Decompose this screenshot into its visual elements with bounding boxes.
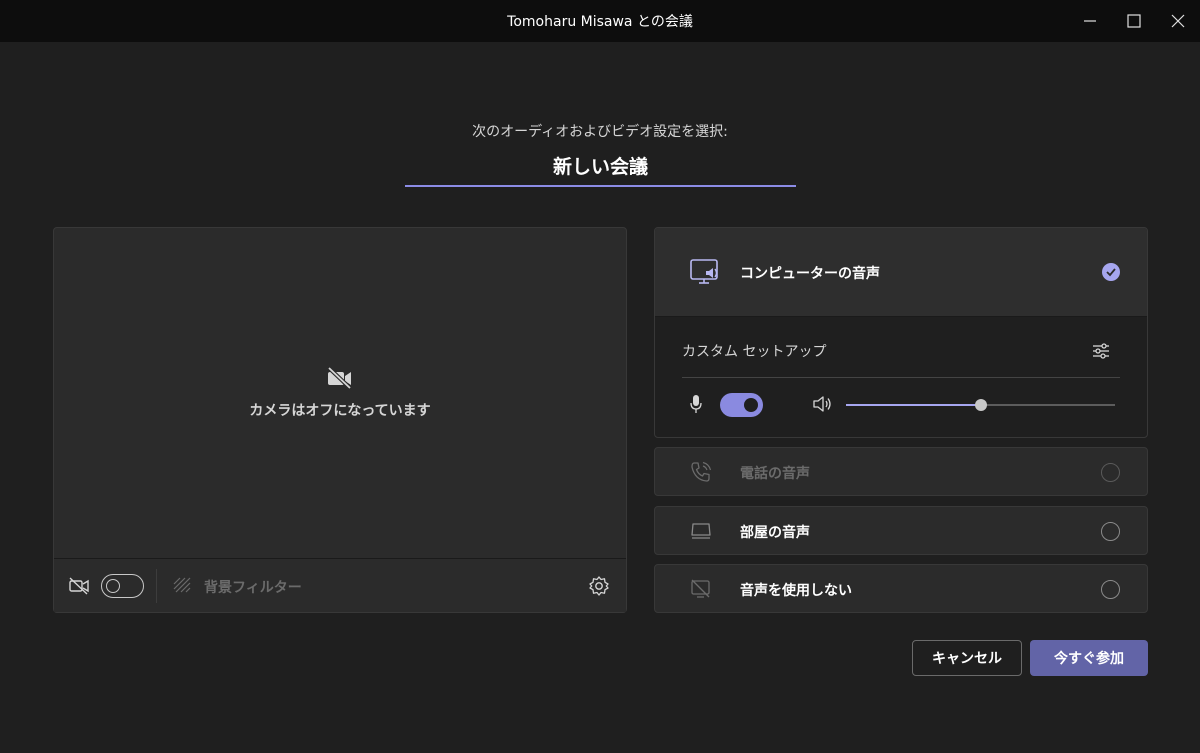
room-device-icon (691, 523, 711, 539)
room-audio-label: 部屋の音声 (740, 525, 810, 541)
microphone-toggle[interactable] (720, 393, 763, 417)
camera-off-message: カメラはオフになっています (249, 403, 431, 419)
computer-audio-label: コンピューターの音声 (740, 266, 880, 282)
phone-audio-label: 電話の音声 (740, 466, 810, 482)
phone-audio-radio[interactable] (1101, 463, 1120, 482)
window-title: Tomoharu Misawa との会議 (507, 14, 693, 30)
minimize-button[interactable] (1068, 0, 1112, 42)
toggle-knob (744, 398, 758, 412)
speaker-icon (813, 396, 831, 412)
title-bar: Tomoharu Misawa との会議 (0, 0, 1200, 42)
microphone-icon (690, 395, 702, 413)
camera-toggle[interactable] (101, 574, 144, 598)
audio-off-icon (691, 579, 710, 598)
room-audio-radio[interactable] (1101, 522, 1120, 541)
settings-prompt: 次のオーディオおよびビデオ設定を選択: (472, 124, 728, 140)
volume-thumb[interactable] (974, 399, 987, 411)
background-filter-button[interactable]: 背景フィルター (204, 577, 302, 597)
close-button[interactable] (1156, 0, 1200, 42)
camera-off-icon (327, 366, 352, 390)
meeting-name-field[interactable]: 新しい会議 (405, 150, 796, 187)
video-preview-panel: カメラはオフになっています 背景フィルター (53, 227, 627, 613)
computer-audio-icon (690, 259, 718, 284)
phone-icon (691, 461, 712, 482)
device-settings-icon[interactable] (1091, 341, 1111, 361)
minimize-icon (1084, 20, 1096, 22)
custom-setup-label: カスタム セットアップ (682, 344, 827, 360)
maximize-button[interactable] (1112, 0, 1156, 42)
close-icon (1171, 14, 1185, 28)
room-audio-option[interactable]: 部屋の音声 (654, 506, 1148, 555)
volume-fill (846, 404, 981, 406)
toolbar-divider (156, 569, 157, 603)
maximize-icon (1127, 14, 1141, 28)
background-filter-icon (173, 577, 191, 593)
selected-check-icon (1102, 263, 1120, 281)
gear-icon[interactable] (588, 575, 610, 597)
no-audio-radio[interactable] (1101, 580, 1120, 599)
computer-audio-option[interactable]: コンピューターの音声 カスタム セットアップ (654, 227, 1148, 438)
phone-audio-option[interactable]: 電話の音声 (654, 447, 1148, 496)
speaker-volume-slider[interactable] (846, 399, 1115, 411)
video-toolbar: 背景フィルター (54, 558, 626, 612)
camera-off-icon (69, 577, 89, 595)
no-audio-label: 音声を使用しない (740, 583, 852, 599)
cancel-button[interactable]: キャンセル (912, 640, 1022, 676)
computer-audio-header[interactable]: コンピューターの音声 (655, 228, 1147, 317)
audio-divider (682, 377, 1120, 378)
join-now-button[interactable]: 今すぐ参加 (1030, 640, 1148, 676)
toggle-knob (106, 578, 120, 593)
no-audio-option[interactable]: 音声を使用しない (654, 564, 1148, 613)
